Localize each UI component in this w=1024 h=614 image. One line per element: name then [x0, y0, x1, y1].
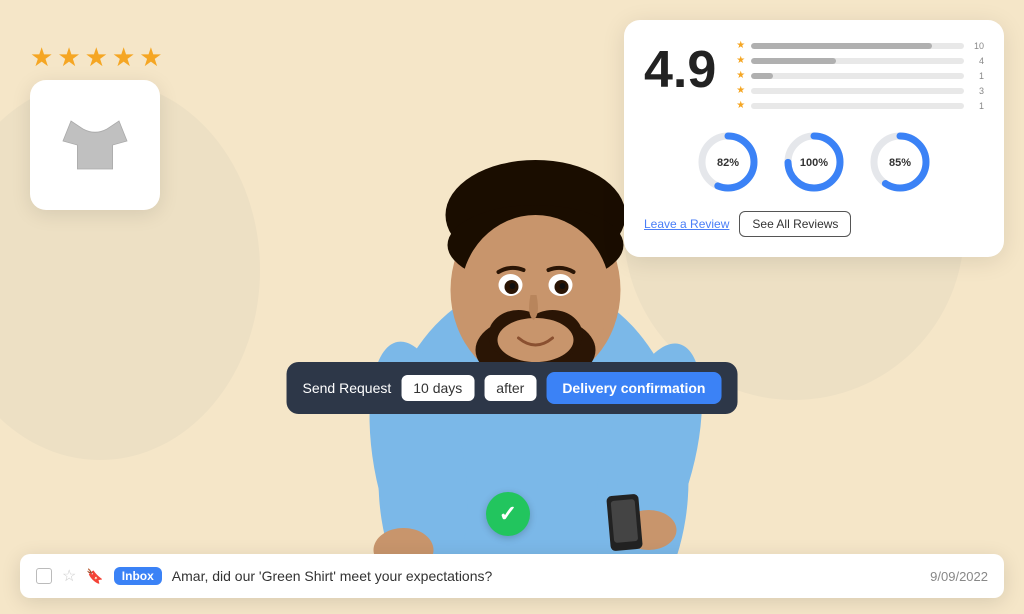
email-bookmark-icon[interactable]: 🔖 — [86, 568, 103, 585]
send-request-label: Send Request — [303, 380, 392, 396]
star-icon-4: ★ — [736, 55, 745, 66]
rating-number: 4.9 — [644, 40, 716, 111]
svg-text:100%: 100% — [800, 157, 828, 169]
email-subject: Amar, did our 'Green Shirt' meet your ex… — [172, 568, 920, 584]
donut-100: 100% — [779, 127, 849, 197]
star-icon-5: ★ — [736, 40, 745, 51]
donut-row: 82% 100% 85% — [644, 127, 984, 197]
see-all-reviews-button[interactable]: See All Reviews — [739, 211, 851, 237]
leave-review-link[interactable]: Leave a Review — [644, 217, 729, 231]
star-icon-3: ★ — [736, 70, 745, 81]
inbox-badge: Inbox — [114, 567, 162, 585]
star-icon-1: ★ — [736, 100, 745, 111]
donut-85: 85% — [865, 127, 935, 197]
star-4: ★ — [112, 42, 135, 73]
review-card: 4.9 ★ 10 ★ 4 ★ 1 ★ 3 — [624, 20, 1004, 257]
svg-text:82%: 82% — [717, 157, 739, 169]
email-star-icon[interactable]: ☆ — [62, 566, 76, 586]
stars-row: ★ ★ ★ ★ ★ — [30, 42, 163, 73]
delivery-confirmation-button[interactable]: Delivery confirmation — [546, 372, 721, 404]
bar-row-4: ★ 4 — [736, 55, 984, 66]
svg-text:85%: 85% — [889, 157, 911, 169]
rating-value: 4.9 — [644, 40, 716, 96]
review-actions: Leave a Review See All Reviews — [644, 211, 984, 237]
request-bar: Send Request 10 days after Delivery conf… — [287, 362, 738, 414]
email-checkbox[interactable] — [36, 568, 52, 584]
star-2: ★ — [57, 42, 80, 73]
email-date: 9/09/2022 — [930, 569, 988, 584]
star-3: ★ — [85, 42, 108, 73]
email-bar: ☆ 🔖 Inbox Amar, did our 'Green Shirt' me… — [20, 554, 1004, 598]
after-label: after — [484, 375, 536, 401]
donut-82: 82% — [693, 127, 763, 197]
star-1: ★ — [30, 42, 53, 73]
days-value: 10 days — [401, 375, 474, 401]
bar-row-1: ★ 1 — [736, 100, 984, 111]
star-bars: ★ 10 ★ 4 ★ 1 ★ 3 ★ 1 — [736, 40, 984, 111]
star-icon-2: ★ — [736, 85, 745, 96]
green-check-badge: ✓ — [486, 492, 530, 536]
bar-row-3: ★ 1 — [736, 70, 984, 81]
bar-row-2: ★ 3 — [736, 85, 984, 96]
star-5: ★ — [139, 42, 162, 73]
product-card — [30, 80, 160, 210]
tshirt-icon — [55, 105, 135, 185]
bar-row-5: ★ 10 — [736, 40, 984, 51]
